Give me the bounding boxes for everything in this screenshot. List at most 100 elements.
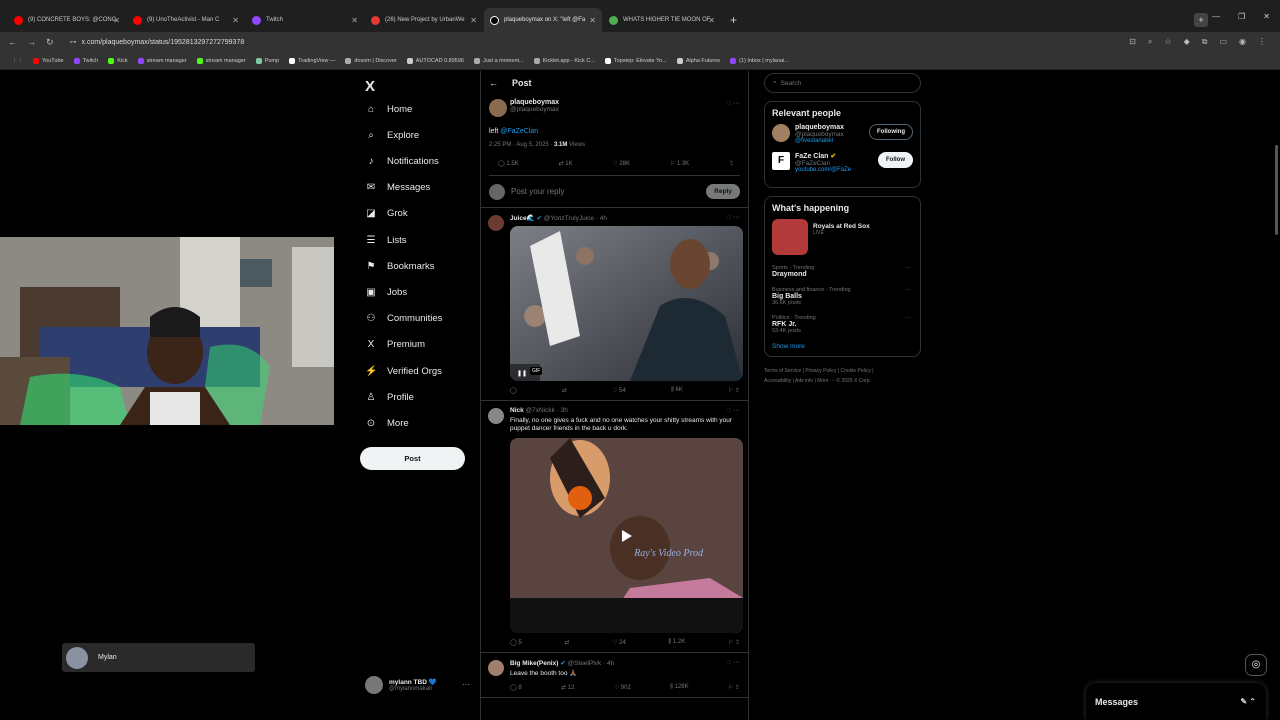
repost-icon[interactable]: ⇄: [564, 639, 569, 646]
bookmark[interactable]: Twitch: [73, 57, 98, 64]
compose-expand-icons[interactable]: ✎ ⌃: [1240, 697, 1256, 706]
back-arrow-icon[interactable]: ←: [489, 78, 498, 88]
share-icon[interactable]: ⇪: [729, 160, 734, 167]
reply-input[interactable]: Post your reply: [511, 187, 706, 196]
repost-action[interactable]: ⇄ 1K: [558, 160, 572, 167]
maximize-icon[interactable]: ❐: [1238, 12, 1245, 21]
footer-link[interactable]: Privacy Policy: [805, 368, 836, 374]
repost-action[interactable]: ⇄ 12: [561, 684, 574, 691]
profile-icon[interactable]: ◉: [1239, 37, 1246, 47]
nav-messages[interactable]: ✉ Messages: [365, 182, 431, 193]
bookmark[interactable]: YouTube: [33, 57, 64, 64]
like-action[interactable]: ♡ 28K: [612, 160, 630, 167]
close-icon[interactable]: ✕: [113, 16, 120, 25]
avatar[interactable]: [489, 99, 507, 117]
avatar[interactable]: [488, 215, 504, 231]
views-action[interactable]: ⫼ 128K: [670, 684, 688, 691]
nav-lists[interactable]: ☰ Lists: [365, 235, 407, 246]
bookmark-share-icons[interactable]: ⚐ ⇪: [728, 684, 740, 691]
trend-item[interactable]: Sports · Trending Draymond ···: [772, 265, 913, 278]
close-icon[interactable]: ✕: [470, 16, 477, 25]
footer-link[interactable]: Accessibility: [764, 378, 791, 384]
messages-drawer[interactable]: Messages ✎ ⌃: [1086, 683, 1266, 720]
reload-icon[interactable]: ↻: [46, 37, 54, 48]
back-icon[interactable]: ←: [8, 37, 17, 47]
grok-icon[interactable]: ◎: [1245, 654, 1267, 676]
search-input[interactable]: ⌕ Search: [764, 73, 921, 93]
follow-button[interactable]: Follow: [878, 152, 913, 168]
footer-link[interactable]: Cookie Policy: [841, 368, 871, 374]
reply-tweet[interactable]: Juice🌊 ✔ @YonzTrulyJuice · 4h ◌ ··· ❚❚ G…: [481, 208, 748, 401]
more-icon[interactable]: ···: [462, 680, 470, 689]
nav-home[interactable]: ⌂ Home: [365, 104, 412, 115]
new-tab-button[interactable]: +: [730, 13, 737, 27]
extension-icon[interactable]: ◆: [1184, 37, 1190, 47]
bookmark[interactable]: Topstep: Elevate Yo...: [604, 57, 667, 64]
person-row[interactable]: F FaZe Clan ✔ @FaZeClan youtube.com/@FaZ…: [772, 152, 913, 173]
footer-link[interactable]: Terms of Service: [764, 368, 801, 374]
forward-icon[interactable]: →: [27, 37, 36, 47]
nav-grok[interactable]: ◪ Grok: [365, 208, 407, 219]
bookmark-action[interactable]: ⚐ 1.3K: [670, 160, 689, 167]
like-action[interactable]: ♡ 902: [614, 684, 631, 691]
account-switcher[interactable]: mylann TBD 💙 @mylanomakall ···: [365, 676, 470, 694]
page-scrollbar[interactable]: [1275, 145, 1278, 235]
avatar[interactable]: [488, 659, 504, 676]
minimize-icon[interactable]: —: [1212, 12, 1220, 21]
reply-tweet[interactable]: Big Mike(Penix) ✔ @SteelPlvk · 4h ◌ ··· …: [481, 653, 748, 699]
reply-tweet[interactable]: Nick @7xNickk · 3h ◌ ··· Finally, no one…: [481, 401, 748, 653]
bookmark[interactable]: (1) Inbox | mylanai...: [730, 57, 789, 64]
views-action[interactable]: ⫼ 6K: [671, 387, 683, 394]
more-icon[interactable]: ···: [905, 287, 911, 293]
person-row[interactable]: plaqueboymax @plaqueboymax @fivestarlabe…: [772, 124, 913, 144]
bookmark-share-icons[interactable]: ⚐ ⇪: [728, 387, 740, 394]
nav-communities[interactable]: ⚇ Communities: [365, 313, 443, 324]
tweet-gif[interactable]: ❚❚ GIF: [510, 226, 743, 381]
url-field[interactable]: ⊶ x.com/plaqueboymax/status/1952813297272…: [70, 38, 1130, 46]
nav-notifications[interactable]: ♪ Notifications: [365, 156, 439, 167]
bookmark-share-icons[interactable]: ⚐ ⇪: [728, 639, 740, 646]
reply-icon[interactable]: ◯: [510, 387, 517, 394]
bookmark[interactable]: Just a moment...: [473, 57, 524, 64]
trend-item[interactable]: Politics · Trending RFK Jr. 53.4K posts …: [772, 315, 913, 334]
browser-tab[interactable]: (9) CONCRETE BOYS: @CONC ✕: [8, 8, 126, 32]
reply-button[interactable]: Reply: [706, 184, 740, 199]
bookmark[interactable]: stream manager: [137, 57, 187, 64]
browser-tab[interactable]: WHATS HIGHER TIE MOON OF ✕: [603, 8, 721, 32]
bookmark[interactable]: stream manager: [196, 57, 246, 64]
close-icon[interactable]: ✕: [708, 16, 715, 25]
profile-link[interactable]: @fivestarlabel: [795, 138, 844, 144]
post-author[interactable]: plaqueboymax @plaqueboymax: [510, 99, 559, 113]
more-icon[interactable]: ◌ ···: [727, 659, 740, 666]
install-icon[interactable]: ⊡: [1129, 37, 1136, 47]
close-window-icon[interactable]: ✕: [1263, 12, 1270, 21]
extensions-puzzle-icon[interactable]: ⧉: [1202, 37, 1208, 47]
bookmark[interactable]: Kicklet.app - Kick C...: [533, 57, 595, 64]
nav-more[interactable]: ⊙ More: [365, 418, 409, 429]
like-action[interactable]: ♡ 24: [612, 639, 626, 646]
bookmark[interactable]: Kick: [108, 57, 128, 64]
grok-icon[interactable]: ◌ ···: [727, 100, 740, 107]
more-icon[interactable]: ···: [905, 315, 911, 321]
repost-icon[interactable]: ⇄: [562, 387, 567, 394]
bookmark[interactable]: dosom | Discover: [345, 57, 397, 64]
footer-link[interactable]: More ···: [817, 378, 835, 384]
close-icon[interactable]: ✕: [589, 16, 596, 25]
nav-profile[interactable]: ♙ Profile: [365, 392, 414, 403]
nav-premium[interactable]: X Premium: [365, 339, 425, 350]
profile-link[interactable]: youtube.com/@FaZe: [795, 167, 851, 173]
x-logo[interactable]: X: [365, 78, 375, 95]
post-button[interactable]: Post: [360, 447, 465, 470]
browser-tab[interactable]: (9) UnoTheActivist - Man C ✕: [127, 8, 245, 32]
nav-jobs[interactable]: ▣ Jobs: [365, 287, 407, 298]
star-icon[interactable]: ☆: [1164, 37, 1171, 47]
trend-item[interactable]: Business and finance · Trending Big Ball…: [772, 287, 913, 306]
close-icon[interactable]: ✕: [232, 16, 239, 25]
tweet-video[interactable]: Ray's Video Prod: [510, 437, 743, 633]
close-icon[interactable]: ✕: [351, 16, 358, 25]
site-info-icon[interactable]: ⊶: [70, 39, 77, 46]
apps-grid-icon[interactable]: ⋮⋮: [12, 58, 23, 64]
live-event[interactable]: Royals at Red Sox LIVE: [772, 219, 913, 255]
bookmark[interactable]: Pump: [255, 57, 279, 64]
tab-search-icon[interactable]: +: [1194, 13, 1208, 27]
